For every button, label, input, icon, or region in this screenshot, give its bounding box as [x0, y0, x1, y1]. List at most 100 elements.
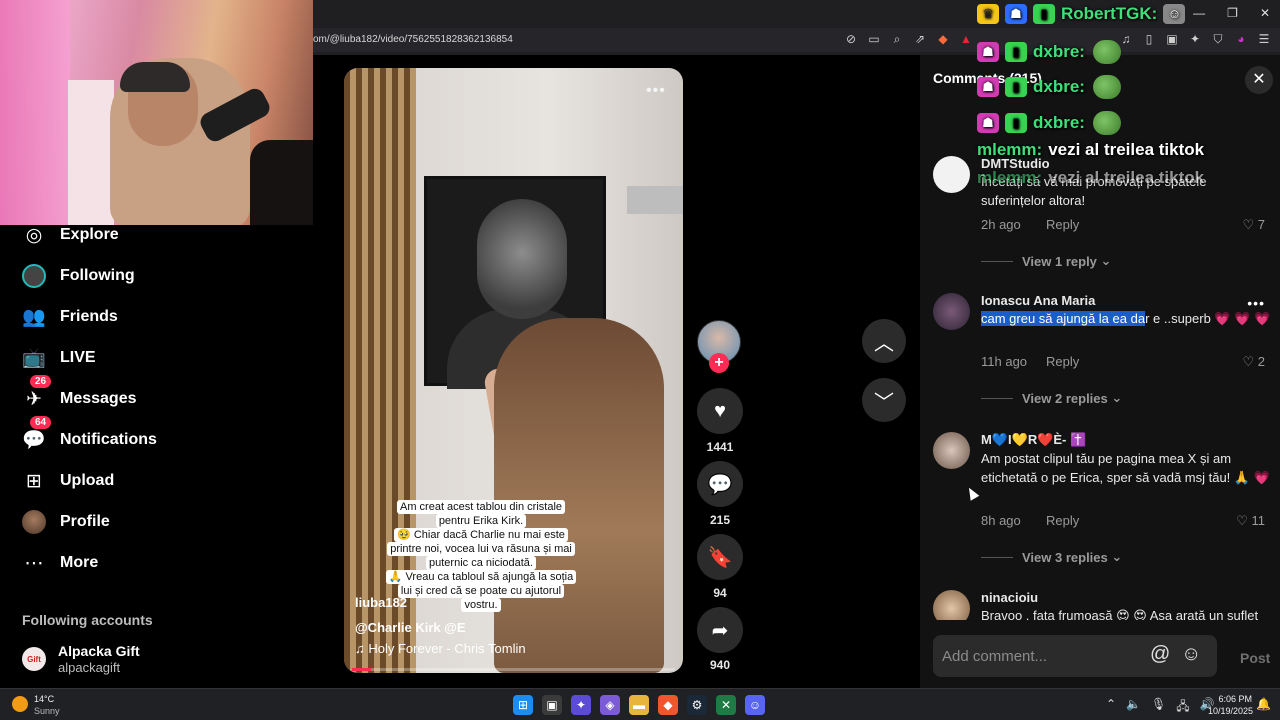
comment-reply-button[interactable]: Reply	[1046, 354, 1079, 369]
chat-line: mlemm: vezi al treilea tiktok	[977, 168, 1204, 188]
zoom-icon[interactable]: ⌕	[889, 32, 905, 47]
file-explorer-icon[interactable]: ▬	[629, 695, 649, 715]
share-icon[interactable]: ⇗	[912, 32, 928, 47]
discord-icon[interactable]: ☺	[745, 695, 765, 715]
network-icon[interactable]: 🖧	[1176, 697, 1189, 718]
upload-icon: ⊞	[26, 470, 42, 492]
caption-line: Am creat acest tablou din cristale	[396, 500, 566, 514]
task-view-icon[interactable]: ▣	[542, 695, 562, 715]
comment-like-button[interactable]: ♡ 2	[1242, 354, 1265, 370]
post-button[interactable]: Post	[1240, 650, 1270, 666]
comment-more-icon[interactable]: •••	[1247, 295, 1265, 311]
view-replies-button[interactable]: View 1 reply ⌄	[981, 253, 1111, 269]
video-player[interactable]: ••• Am creat acest tablou din cristale p…	[344, 68, 683, 673]
previous-video-button[interactable]: ︿	[862, 319, 906, 363]
sidebar-item-explore[interactable]: ◎ Explore	[22, 220, 119, 250]
store-icon[interactable]: ✦	[571, 695, 591, 715]
sidebar-item-label: Notifications	[60, 431, 157, 448]
sidebar-nav: ◎ Explore Following 👥 Friends 📺 LIVE ✈ 2…	[0, 225, 313, 688]
comment-time: 11h ago	[981, 354, 1028, 369]
address-bar-actions: ⊘ ▭ ⌕ ⇗ ◆ ▲	[843, 32, 974, 47]
view-replies-button[interactable]: View 2 replies ⌄	[981, 390, 1122, 406]
comment-input[interactable]	[933, 635, 1133, 677]
sun-icon[interactable]	[12, 696, 28, 712]
sidebar-item-messages[interactable]: ✈ 26 Messages	[22, 375, 137, 414]
microphone-icon[interactable]: 🎙	[1151, 697, 1166, 718]
comment-text: cam greu să ajungă la ea dar e ..superb …	[981, 309, 1273, 328]
comment-button[interactable]: 💬	[697, 461, 743, 507]
video-sound[interactable]: ♫ Holy Forever - Chris Tomlin	[355, 641, 526, 656]
sidebar-item-label: Messages	[60, 390, 137, 407]
account-name: Alpacka Gift	[58, 643, 140, 659]
cast-icon[interactable]: ▭	[866, 32, 882, 47]
sidebar-item-upload[interactable]: ⊞ Upload	[22, 466, 114, 496]
sidebar-item-profile[interactable]: Profile	[22, 507, 110, 537]
following-account-item[interactable]: Gift Alpacka Gift alpackagift	[22, 643, 140, 675]
next-video-button[interactable]: ﹀	[862, 378, 906, 422]
caption-line: 🥹 Chiar dacă Charlie nu mai este	[394, 528, 568, 542]
brave-shield-icon[interactable]: ◆	[935, 32, 951, 47]
follow-plus-icon[interactable]: +	[709, 353, 729, 373]
comment-reply-button[interactable]: Reply	[1046, 513, 1079, 528]
mention-icon[interactable]: @	[1150, 643, 1170, 666]
comment-reply-button[interactable]: Reply	[1046, 217, 1079, 232]
sidebar-item-following[interactable]: Following	[22, 261, 135, 291]
view-replies-button[interactable]: View 3 replies ⌄	[981, 549, 1122, 565]
steam-icon[interactable]: ⚙	[687, 695, 707, 715]
sidebar-item-notifications[interactable]: 💬 64 Notifications	[22, 416, 157, 455]
weather-condition[interactable]: Sunny	[34, 706, 60, 716]
brave-browser-icon[interactable]: ◆	[658, 695, 678, 715]
comment-avatar[interactable]	[933, 590, 970, 620]
url-text[interactable]: om/@liuba182/video/7562551828362136854	[313, 34, 513, 45]
selected-text: cam greu să ajungă la ea da	[981, 311, 1146, 326]
comment-username[interactable]: ninacioiu	[981, 590, 1273, 605]
excel-icon[interactable]: ✕	[716, 695, 736, 715]
video-author[interactable]: liuba182	[355, 595, 407, 610]
windows-start-icon[interactable]: ⊞	[513, 695, 533, 715]
weather-temperature[interactable]: 14°C	[34, 694, 54, 704]
video-description[interactable]: @Charlie Kirk @E	[355, 620, 466, 635]
comment-item: ninacioiu Bravoo , fata frumoasă 😍 😍 Asa…	[933, 590, 1273, 620]
crown-badge-icon: ♛	[977, 4, 999, 24]
share-button[interactable]: ➦	[697, 607, 743, 653]
notification-center-icon[interactable]: 🔔	[1256, 697, 1271, 711]
comment-text-rest: r e ..superb 💗 💗 💗	[1145, 311, 1271, 326]
friends-icon: 👥	[22, 307, 46, 328]
comment-avatar[interactable]	[933, 432, 970, 469]
comment-avatar[interactable]	[933, 156, 970, 193]
volume-icon[interactable]: 🔈	[1126, 697, 1141, 718]
heart-outline-icon: ♡	[1242, 354, 1255, 369]
comment-avatar[interactable]	[933, 293, 970, 330]
comment-username[interactable]: M💙I💛R❤️È- ✝️	[981, 432, 1273, 448]
comment-like-button[interactable]: ♡ 7	[1242, 217, 1265, 233]
sidebar-item-label: Explore	[60, 226, 119, 243]
chevron-up-icon[interactable]: ⌃	[1106, 697, 1116, 718]
rewards-icon[interactable]: ▲	[958, 32, 974, 47]
taskbar-clock[interactable]: 6:06 PM 10/19/2025	[1208, 693, 1253, 717]
reader-icon[interactable]: ⊘	[843, 32, 859, 47]
chat-username: mlemm:	[977, 140, 1043, 159]
comment-count: 215	[709, 513, 731, 527]
sidebar-item-friends[interactable]: 👥 Friends	[22, 302, 118, 332]
comment-time: 8h ago	[981, 513, 1021, 528]
messages-badge: 26	[30, 375, 52, 388]
copilot-icon[interactable]: ◈	[600, 695, 620, 715]
comment-like-button[interactable]: ♡ 11	[1236, 513, 1265, 529]
sidebar-item-label: Profile	[60, 513, 110, 530]
comment-username[interactable]: Ionascu Ana Maria	[981, 293, 1273, 308]
pepe-emote-icon	[1092, 75, 1121, 99]
profile-avatar-icon	[22, 510, 46, 534]
caption-line: lui și cred că se poate cu ajutorul	[397, 584, 565, 598]
emoji-icon[interactable]: ☺	[1181, 643, 1201, 666]
video-more-icon[interactable]: •••	[646, 82, 666, 100]
chat-message: vezi al treilea tiktok	[1048, 168, 1205, 187]
video-progress-bar[interactable]	[352, 668, 675, 671]
ghost-badge-icon: ☗	[977, 42, 999, 62]
save-button[interactable]: 🔖	[697, 534, 743, 580]
sidebar-item-live[interactable]: 📺 LIVE	[22, 343, 95, 373]
like-button[interactable]: ♥	[697, 388, 743, 434]
video-caption: Am creat acest tablou din cristale pentr…	[376, 500, 586, 612]
sidebar-item-more[interactable]: ⋯ More	[22, 548, 99, 578]
heart-icon: ♥	[714, 399, 726, 422]
chat-avatar-icon: ☺	[1163, 4, 1186, 24]
